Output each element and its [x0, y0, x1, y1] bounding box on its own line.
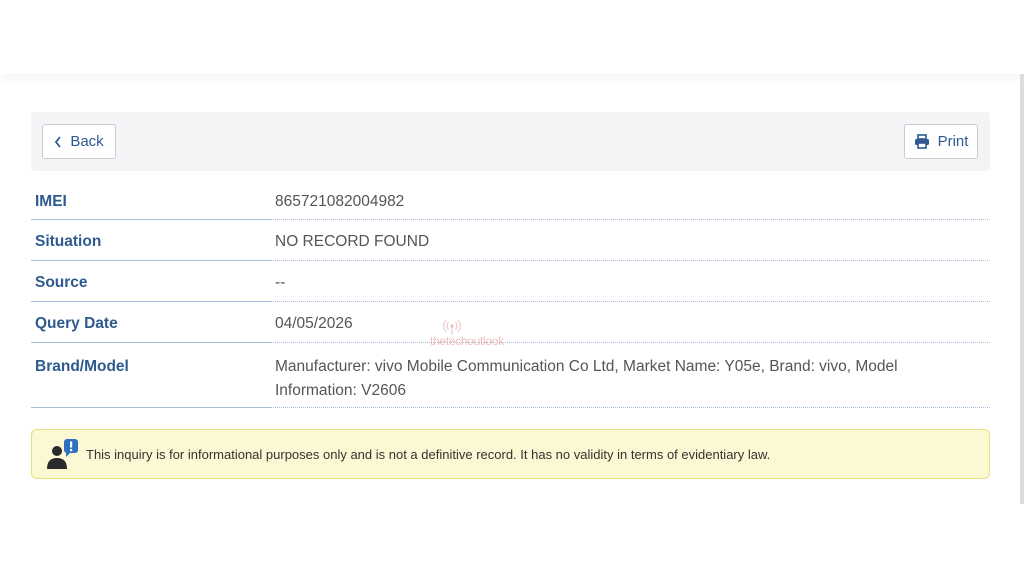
scrollbar-track[interactable] [1020, 74, 1024, 504]
detail-label: Situation [31, 220, 271, 261]
detail-value: 865721082004982 [271, 180, 990, 220]
back-button-label: Back [70, 133, 104, 150]
print-button[interactable]: Print [904, 124, 978, 159]
top-header-band [0, 0, 1024, 74]
imei-details-table: IMEI 865721082004982 Situation NO RECORD… [31, 180, 990, 408]
detail-row-source: Source -- [31, 261, 990, 302]
back-button[interactable]: Back [42, 124, 116, 159]
detail-row-imei: IMEI 865721082004982 [31, 180, 990, 220]
detail-label: Brand/Model [31, 343, 271, 408]
printer-icon [914, 134, 930, 149]
detail-row-brand-model: Brand/Model Manufacturer: vivo Mobile Co… [31, 343, 990, 408]
notice-text: This inquiry is for informational purpos… [86, 446, 771, 462]
info-notice: This inquiry is for informational purpos… [31, 429, 990, 479]
user-alert-icon [44, 437, 84, 471]
action-toolbar: Back Print [31, 112, 990, 171]
detail-value: 04/05/2026 [271, 302, 990, 343]
detail-row-situation: Situation NO RECORD FOUND [31, 220, 990, 261]
detail-label: Query Date [31, 302, 271, 343]
detail-value: NO RECORD FOUND [271, 220, 990, 261]
detail-value: -- [271, 261, 990, 302]
detail-row-query-date: Query Date 04/05/2026 [31, 302, 990, 343]
detail-label: Source [31, 261, 271, 302]
detail-value: Manufacturer: vivo Mobile Communication … [271, 343, 990, 408]
chevron-left-icon [54, 135, 62, 148]
print-button-label: Print [937, 133, 969, 150]
detail-label: IMEI [31, 180, 271, 220]
